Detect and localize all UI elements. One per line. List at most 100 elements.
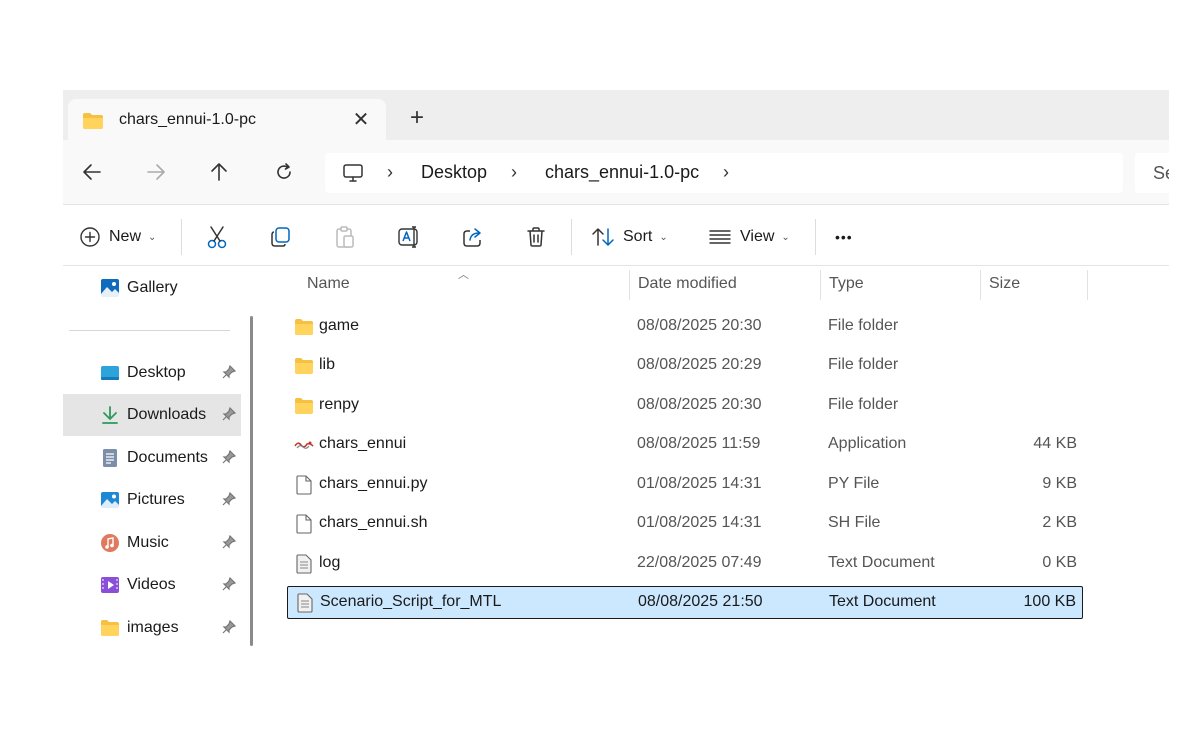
file-date: 08/08/2025 20:30 [637,317,762,334]
column-header-date-modified[interactable]: Date modified [638,275,737,299]
pin-icon[interactable] [222,492,236,506]
documents-icon [103,449,117,467]
file-name: renpy [319,396,360,413]
chevron-down-icon: ⌄ [148,231,157,243]
search-input[interactable]: Se [1135,153,1169,193]
file-size: 2 KB [1042,514,1077,531]
this-pc-icon[interactable] [342,163,364,188]
paste-button[interactable] [334,224,356,250]
pin-icon[interactable] [222,620,236,634]
more-options-button[interactable]: ••• [835,224,853,250]
sort-label: Sort [623,228,653,245]
breadcrumb-current-folder[interactable]: chars_ennui-1.0-pc [545,162,699,183]
pin-icon[interactable] [222,450,236,464]
clipboard-icon [336,226,354,248]
file-name: Scenario_Script_for_MTL [320,593,502,610]
column-divider[interactable] [1087,270,1088,300]
file-row-chars-ennui-sh[interactable]: chars_ennui.sh 01/08/2025 14:31 SH File … [287,508,1083,540]
forward-arrow-icon[interactable] [144,160,168,184]
blank-file-icon [296,514,312,534]
sidebar-item-label: Music [127,534,169,551]
sidebar-item-documents[interactable]: Documents [63,437,241,479]
address-bar[interactable]: › Desktop › chars_ennui-1.0-pc › [325,153,1123,193]
file-explorer-window: chars_ennui-1.0-pc ✕ + › Desktop › chars… [63,90,1169,646]
sidebar-divider [69,330,230,331]
view-label: View [740,228,775,245]
folder-icon [295,398,313,414]
breadcrumb-desktop[interactable]: Desktop [421,162,487,183]
sidebar-item-music[interactable]: Music [63,522,241,564]
sidebar-item-desktop[interactable]: Desktop [63,352,241,394]
breadcrumb-separator[interactable]: › [387,162,393,183]
file-row-renpy[interactable]: renpy 08/08/2025 20:30 File folder [287,390,1083,422]
file-name: chars_ennui [319,435,407,452]
sidebar-item-gallery[interactable]: Gallery [63,267,241,309]
file-row-chars-ennui[interactable]: chars_ennui 08/08/2025 11:59 Application… [287,429,1083,461]
plus-circle-icon [80,227,100,247]
file-name: log [319,554,341,571]
file-type: Application [828,435,907,452]
toolbar-divider [571,219,572,255]
breadcrumb-separator[interactable]: › [723,162,729,183]
cut-button[interactable] [206,224,228,250]
column-divider[interactable] [980,270,981,300]
file-row-game[interactable]: game 08/08/2025 20:30 File folder [287,311,1083,343]
pin-icon[interactable] [222,535,236,549]
chevron-down-icon: ⌄ [781,231,790,243]
file-name: chars_ennui.py [319,475,428,492]
file-size: 9 KB [1042,475,1077,492]
file-date: 01/08/2025 14:31 [637,475,762,492]
toolbar-divider [815,219,816,255]
text-file-icon [296,554,312,574]
file-size: 44 KB [1033,435,1077,452]
column-header-type[interactable]: Type [829,275,864,299]
view-button[interactable]: View ⌄ [708,224,790,250]
navigation-pane: Gallery Desktop Downloads Documents Pict… [63,266,255,646]
column-divider[interactable] [629,270,630,300]
file-type: SH File [828,514,881,531]
delete-button[interactable] [526,224,546,250]
downloads-icon [102,406,118,424]
sidebar-item-videos[interactable]: Videos [63,564,241,606]
pin-icon[interactable] [222,577,236,591]
column-header-name[interactable]: Name [307,275,350,299]
pin-icon[interactable] [222,365,236,379]
pictures-icon [101,492,119,508]
gallery-icon [101,279,119,297]
sidebar-item-pictures[interactable]: Pictures [63,479,241,521]
sort-button[interactable]: Sort ⌄ [591,224,668,250]
list-view-icon [709,230,731,244]
sidebar-item-images[interactable]: images [63,607,241,646]
copy-button[interactable] [270,224,292,250]
sidebar-item-downloads[interactable]: Downloads [63,394,241,436]
folder-icon [295,358,313,374]
close-icon[interactable]: ✕ [350,109,372,131]
blank-file-icon [296,475,312,495]
file-row-chars-ennui-py[interactable]: chars_ennui.py 01/08/2025 14:31 PY File … [287,469,1083,501]
sidebar-scrollbar[interactable] [250,316,253,646]
file-name: game [319,317,360,334]
sidebar-item-label: Videos [127,576,176,593]
up-arrow-icon[interactable] [207,160,231,184]
file-row-lib[interactable]: lib 08/08/2025 20:29 File folder [287,350,1083,382]
new-tab-button[interactable]: + [406,106,428,130]
pin-icon[interactable] [222,407,236,421]
back-arrow-icon[interactable] [80,160,104,184]
refresh-icon[interactable] [272,160,296,184]
file-type: Text Document [829,593,936,610]
tab-chars-ennui[interactable]: chars_ennui-1.0-pc ✕ [68,99,386,141]
share-button[interactable] [462,224,484,250]
rename-icon [398,226,418,248]
copy-icon [271,227,290,247]
column-divider[interactable] [820,270,821,300]
rename-button[interactable] [397,224,421,250]
breadcrumb-separator[interactable]: › [511,162,517,183]
new-label: New [109,228,142,245]
file-row-log[interactable]: log 22/08/2025 07:49 Text Document 0 KB [287,548,1083,580]
sidebar-item-label: Downloads [127,406,207,423]
sidebar-item-label: Desktop [127,364,186,381]
column-header-size[interactable]: Size [989,275,1020,299]
file-row-scenario-script[interactable]: Scenario_Script_for_MTL 08/08/2025 21:50… [287,586,1083,619]
file-size: 100 KB [1023,593,1076,610]
new-button[interactable]: New ⌄ [79,224,156,250]
